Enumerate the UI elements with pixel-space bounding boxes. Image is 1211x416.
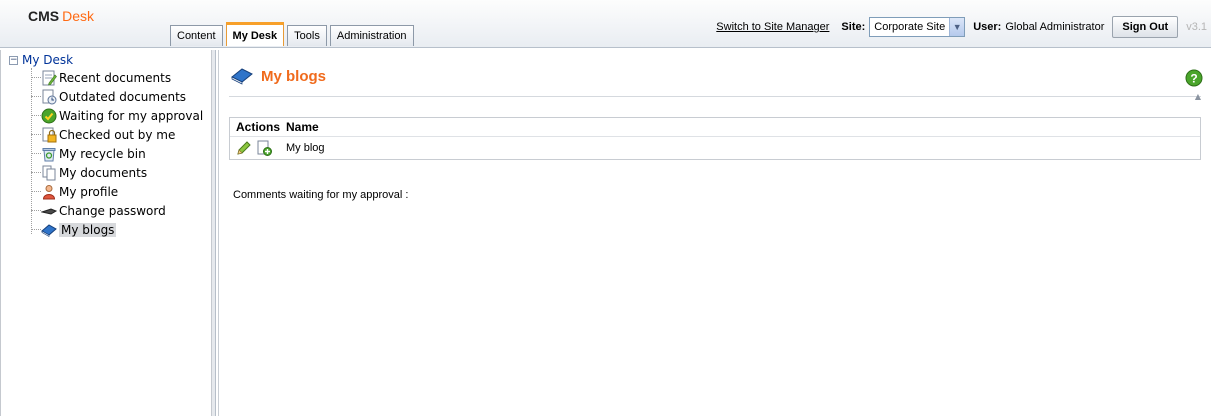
column-header-actions: Actions: [236, 120, 281, 134]
sign-out-button[interactable]: Sign Out: [1112, 16, 1179, 38]
tree-item-label: My profile: [59, 184, 119, 199]
new-document-icon[interactable]: [256, 140, 272, 156]
tree-item-my-profile[interactable]: My profile: [31, 182, 203, 201]
recent-documents-icon: [42, 70, 57, 85]
tree-items: Recent documents Outdated documents Wait…: [31, 68, 203, 239]
key-icon: [41, 207, 57, 215]
grid-header: Actions Name: [230, 118, 1200, 137]
user-name: Global Administrator: [1005, 21, 1105, 33]
blog-book-icon: [231, 68, 253, 85]
outdated-documents-icon: [42, 89, 57, 104]
svg-text:?: ?: [1190, 71, 1197, 85]
version-label: v3.1: [1186, 21, 1207, 33]
tree-item-label: My documents: [59, 165, 148, 180]
tree-item-my-documents[interactable]: My documents: [31, 163, 203, 182]
site-label: Site:: [841, 21, 866, 33]
user-label: User:: [973, 21, 1002, 33]
tree-root-my-desk[interactable]: − My Desk: [9, 53, 73, 67]
documents-icon: [42, 165, 56, 180]
comments-waiting-label: Comments waiting for my approval :: [233, 189, 409, 201]
user-profile-icon: [42, 184, 56, 199]
blogs-grid: Actions Name My blog: [229, 117, 1201, 160]
site-select[interactable]: Corporate Site ▼: [869, 17, 966, 37]
tree-item-outdated-documents[interactable]: Outdated documents: [31, 87, 203, 106]
tree-item-label: Waiting for my approval: [59, 108, 204, 123]
row-actions: [236, 140, 286, 156]
blog-book-icon: [41, 223, 57, 237]
page-title-block: My blogs: [231, 66, 326, 86]
page-title: My blogs: [261, 67, 327, 85]
tree-root-label[interactable]: My Desk: [22, 53, 73, 67]
tree-item-label: My blogs: [59, 222, 117, 237]
panel-splitter[interactable]: [212, 50, 216, 416]
tree-item-change-password[interactable]: Change password: [31, 201, 203, 220]
tree-item-checked-out-by-me[interactable]: Checked out by me: [31, 125, 203, 144]
tree-item-label: Outdated documents: [59, 89, 187, 104]
checked-out-lock-icon: [42, 127, 57, 142]
edit-pencil-icon[interactable]: [236, 140, 252, 156]
recycle-bin-icon: [42, 147, 56, 161]
tree-item-my-blogs[interactable]: My blogs: [31, 220, 203, 239]
tab-content[interactable]: Content: [170, 25, 223, 46]
logo-cms-text: CMS: [28, 8, 60, 24]
tab-administration[interactable]: Administration: [329, 25, 414, 46]
collapse-icon[interactable]: −: [9, 55, 18, 65]
tree-item-label: Checked out by me: [59, 127, 176, 142]
tab-tools[interactable]: Tools: [287, 25, 327, 46]
approval-check-icon: [41, 108, 57, 123]
switch-to-site-manager-link[interactable]: Switch to Site Manager: [716, 21, 829, 33]
tree-item-my-recycle-bin[interactable]: My recycle bin: [31, 144, 203, 163]
scroll-up-icon[interactable]: ▲: [1195, 92, 1201, 101]
tree-item-label: Recent documents: [59, 70, 172, 85]
tree-item-label: Change password: [59, 203, 166, 218]
table-row: My blog: [230, 137, 1200, 159]
chevron-down-icon[interactable]: ▼: [949, 18, 965, 36]
site-select-value: Corporate Site: [874, 21, 946, 33]
tree-item-label: My recycle bin: [59, 146, 146, 161]
header-toolbar: Switch to Site Manager Site: Corporate S…: [716, 16, 1211, 38]
main-tabs: Content My Desk Tools Administration: [170, 22, 417, 46]
help-icon[interactable]: ?: [1185, 69, 1203, 87]
my-desk-tree-panel: − My Desk Recent documents Outdated docu…: [0, 50, 212, 416]
column-header-name: Name: [286, 120, 319, 134]
blog-name-cell[interactable]: My blog: [286, 142, 325, 154]
tab-my-desk[interactable]: My Desk: [225, 22, 285, 46]
logo-desk-text: Desk: [62, 8, 95, 24]
cms-desk-logo: CMS Desk: [28, 8, 94, 24]
top-header: CMS Desk Content My Desk Tools Administra…: [0, 0, 1211, 48]
tree-item-recent-documents[interactable]: Recent documents: [31, 68, 203, 87]
title-divider: [229, 96, 1201, 97]
tree-item-waiting-for-approval[interactable]: Waiting for my approval: [31, 106, 203, 125]
main-content: My blogs ? ▲ Actions Name My blog Commen…: [218, 50, 1211, 416]
